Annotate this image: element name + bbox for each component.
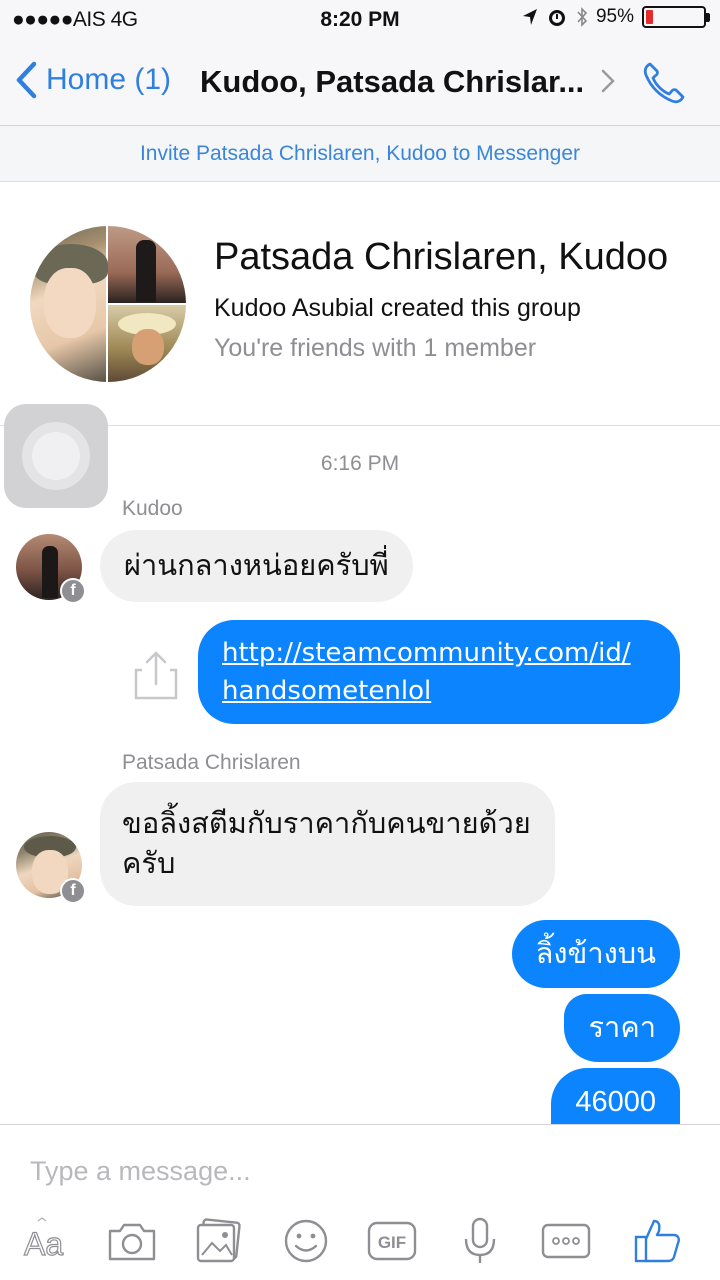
gif-icon[interactable]: GIF: [366, 1217, 418, 1265]
message-composer: Aa GIF: [0, 1124, 720, 1280]
svg-text:Aa: Aa: [24, 1226, 63, 1262]
message-link-line[interactable]: http://steamcommunity.com/id/: [222, 634, 656, 672]
avatar-photo-member-3: [108, 305, 186, 382]
message-timestamp: 6:16 PM: [320, 452, 400, 475]
status-bar: ●●●●●AIS 4G 8:20 PM 95%: [0, 0, 720, 40]
composer-toolbar: Aa GIF: [0, 1209, 720, 1273]
message-text: ครับ: [122, 848, 176, 880]
sender-name: Patsada Chrislaren: [122, 751, 301, 774]
message-bubble-incoming[interactable]: ขอลิ้งสตีมกับราคากับคนขายด้วย ครับ: [100, 782, 555, 906]
camera-icon[interactable]: [106, 1217, 158, 1265]
group-avatar[interactable]: [30, 226, 186, 382]
group-created-text: Kudoo Asubial created this group: [214, 294, 581, 322]
message-text: ผ่านกลางหน่อยครับพี่: [124, 550, 389, 582]
message-bubble-outgoing[interactable]: ลิ้งข้างบน: [511, 920, 680, 988]
message-bubble-outgoing-link[interactable]: http://steamcommunity.com/id/ handsomete…: [198, 620, 680, 724]
facebook-badge-icon: f: [60, 878, 86, 904]
group-header: Patsada Chrislaren, Kudoo Kudoo Asubial …: [0, 182, 720, 426]
message-bubble-incoming[interactable]: ผ่านกลางหน่อยครับพี่: [100, 530, 413, 602]
invite-banner[interactable]: Invite Patsada Chrislaren, Kudoo to Mess…: [0, 126, 720, 182]
message-text: 46000: [575, 1086, 656, 1118]
message-text: ลิ้งข้างบน: [535, 938, 656, 970]
message-text: ราคา: [588, 1012, 656, 1044]
message-bubble-outgoing[interactable]: ราคา: [564, 994, 680, 1062]
microphone-icon[interactable]: [454, 1217, 506, 1265]
alarm-icon: [548, 10, 565, 26]
avatar-photo-member-1: [30, 226, 108, 382]
facebook-badge-icon: f: [60, 578, 86, 604]
more-options-icon[interactable]: [540, 1217, 592, 1265]
chevron-right-icon[interactable]: [600, 68, 616, 94]
text-format-icon[interactable]: Aa: [20, 1217, 72, 1265]
svg-text:GIF: GIF: [378, 1233, 406, 1252]
location-icon: [522, 9, 537, 25]
group-name: Patsada Chrislaren, Kudoo: [214, 236, 669, 278]
message-link-line[interactable]: handsometenlol: [222, 672, 656, 710]
avatar-photo-member-2: [108, 226, 186, 303]
phone-call-icon[interactable]: [640, 60, 688, 106]
battery-icon: [642, 6, 710, 28]
thumbs-up-icon[interactable]: [632, 1217, 684, 1265]
conversation-title[interactable]: Kudoo, Patsada Chrislar...: [200, 64, 592, 100]
status-right: 95%: [522, 6, 710, 28]
bluetooth-icon: [577, 7, 588, 27]
nav-bar: Home (1) Kudoo, Patsada Chrislar...: [0, 40, 720, 126]
share-icon[interactable]: [134, 650, 178, 700]
back-button[interactable]: Home (1): [14, 60, 171, 100]
group-friends-text: You're friends with 1 member: [214, 334, 537, 362]
back-label: Home (1): [46, 63, 172, 96]
emoji-icon[interactable]: [280, 1217, 332, 1265]
battery-level: [646, 10, 654, 24]
photo-gallery-icon[interactable]: [192, 1217, 244, 1265]
battery-percent: 95%: [595, 6, 634, 27]
chevron-left-icon: [16, 61, 37, 99]
sender-name: Kudoo: [122, 497, 183, 520]
message-text: ขอลิ้งสตีมกับราคากับคนขายด้วย: [122, 808, 531, 840]
message-input[interactable]: [30, 1149, 690, 1193]
